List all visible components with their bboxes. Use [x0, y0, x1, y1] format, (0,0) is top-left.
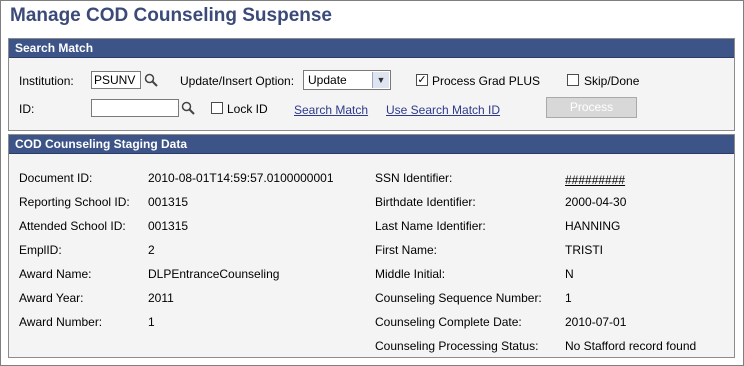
institution-label: Institution: [19, 74, 74, 88]
institution-lookup-icon[interactable] [144, 73, 158, 87]
lock-id-label: Lock ID [227, 102, 268, 116]
emplid-label: EmplID: [19, 243, 62, 257]
ssn-identifier-label: SSN Identifier: [375, 171, 453, 185]
counseling-complete-date-label: Counseling Complete Date: [375, 315, 522, 329]
process-grad-plus-label: Process Grad PLUS [432, 74, 541, 88]
use-search-match-id-link[interactable]: Use Search Match ID [386, 103, 500, 117]
award-number-value: 1 [148, 315, 155, 329]
lock-id-checkbox[interactable] [211, 102, 223, 114]
reporting-school-id-value: 001315 [148, 195, 189, 209]
award-name-value: DLPEntranceCounseling [148, 267, 280, 281]
search-match-header: Search Match [9, 39, 734, 58]
award-year-label: Award Year: [19, 291, 84, 305]
institution-input[interactable]: PSUNV [91, 71, 141, 89]
skip-done-label: Skip/Done [584, 74, 640, 88]
birthdate-identifier-label: Birthdate Identifier: [375, 195, 476, 209]
id-label: ID: [19, 102, 35, 116]
attended-school-id-label: Attended School ID: [19, 219, 126, 233]
last-name-identifier-value: HANNING [565, 219, 621, 233]
counseling-sequence-number-label: Counseling Sequence Number: [375, 291, 542, 305]
last-name-identifier-label: Last Name Identifier: [375, 219, 486, 233]
id-input[interactable] [91, 99, 179, 117]
page-frame: Manage COD Counseling Suspense Search Ma… [0, 0, 744, 366]
staging-data-panel: COD Counseling Staging Data Document ID:… [8, 134, 735, 358]
page-title: Manage COD Counseling Suspense [10, 5, 332, 26]
search-match-link[interactable]: Search Match [294, 103, 368, 117]
first-name-value: TRISTI [565, 243, 603, 257]
document-id-label: Document ID: [19, 171, 93, 185]
counseling-processing-status-label: Counseling Processing Status: [375, 339, 539, 353]
id-lookup-icon[interactable] [181, 101, 195, 115]
birthdate-identifier-value: 2000-04-30 [565, 195, 627, 209]
ssn-identifier-value: ######### [565, 173, 626, 187]
update-option-select[interactable]: Update ▼ [303, 70, 391, 90]
counseling-sequence-number-value: 1 [565, 291, 572, 305]
update-option-value: Update [308, 73, 347, 87]
process-grad-plus-checkbox[interactable]: ✓ [416, 74, 428, 86]
first-name-label: First Name: [375, 243, 438, 257]
skip-done-checkbox[interactable] [567, 74, 579, 86]
update-option-label: Update/Insert Option: [180, 74, 295, 88]
middle-initial-label: Middle Initial: [375, 267, 446, 281]
attended-school-id-value: 001315 [148, 219, 189, 233]
reporting-school-id-label: Reporting School ID: [19, 195, 130, 209]
checkmark-icon: ✓ [417, 74, 427, 86]
document-id-value: 2010-08-01T14:59:57.0100000001 [148, 171, 334, 185]
staging-data-header: COD Counseling Staging Data [9, 135, 734, 154]
emplid-value: 2 [148, 243, 155, 257]
counseling-complete-date-value: 2010-07-01 [565, 315, 627, 329]
search-match-panel: Search Match Institution: PSUNV Update/I… [8, 38, 735, 131]
award-name-label: Award Name: [19, 267, 92, 281]
award-year-value: 2011 [148, 291, 174, 305]
process-button[interactable]: Process [546, 97, 637, 118]
chevron-down-icon: ▼ [372, 72, 389, 88]
middle-initial-value: N [565, 267, 574, 281]
award-number-label: Award Number: [19, 315, 103, 329]
counseling-processing-status-value: No Stafford record found [565, 339, 697, 353]
